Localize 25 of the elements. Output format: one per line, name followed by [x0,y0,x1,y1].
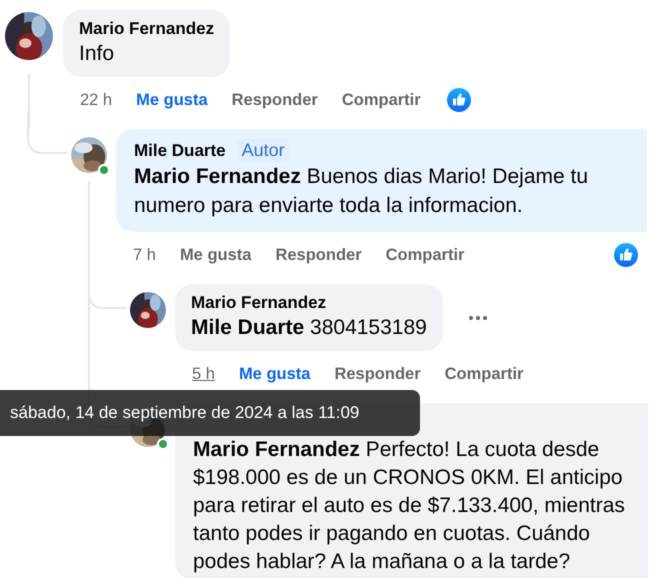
timestamp-link[interactable]: 5 h [192,364,215,384]
share-link[interactable]: Compartir [342,90,421,110]
author-name[interactable]: Mario Fernandez [79,19,214,39]
more-icon[interactable] [466,314,489,320]
timestamp-link[interactable]: 22 h [80,90,112,110]
reply-link[interactable]: Responder [334,364,421,384]
reply-link[interactable]: Responder [232,90,318,110]
comment-text: Info [79,41,116,67]
comment-text: Mario Fernandez Perfecto! La cuota desde $198.000 es de un CRONOS 0KM. El anticipo para retirar el auto es de $7.133.400, mientras tanto podes ir pagando en cuotas. Cuándo podes hablar? A la mañana o a la tarde? [193,437,626,575]
like-link[interactable]: Me gusta [136,90,208,110]
like-link[interactable]: Me gusta [238,364,310,384]
author-name[interactable]: Mile Duarte [134,140,226,160]
like-link[interactable]: Me gusta [180,246,252,264]
comment-text: Mario Fernandez Buenos dias Mario! Dejame tu numero para enviarte toda la informacion. [134,164,590,219]
author-name[interactable]: Mario Fernandez [191,293,326,313]
thumbs-up-icon[interactable] [614,243,638,267]
author-badge: Autor [238,139,289,162]
reply-link[interactable]: Responder [275,246,362,264]
share-link[interactable]: Compartir [386,246,464,264]
thread-connector [27,111,67,154]
thumbs-up-icon[interactable] [446,88,471,112]
comment-text: Mile Duarte 3804153189 [191,315,427,341]
date-tooltip: sábado, 14 de septiembre de 2024 a las 11:09 [0,390,420,436]
share-link[interactable]: Compartir [444,364,524,384]
timestamp-link[interactable]: 7 h [133,246,156,264]
